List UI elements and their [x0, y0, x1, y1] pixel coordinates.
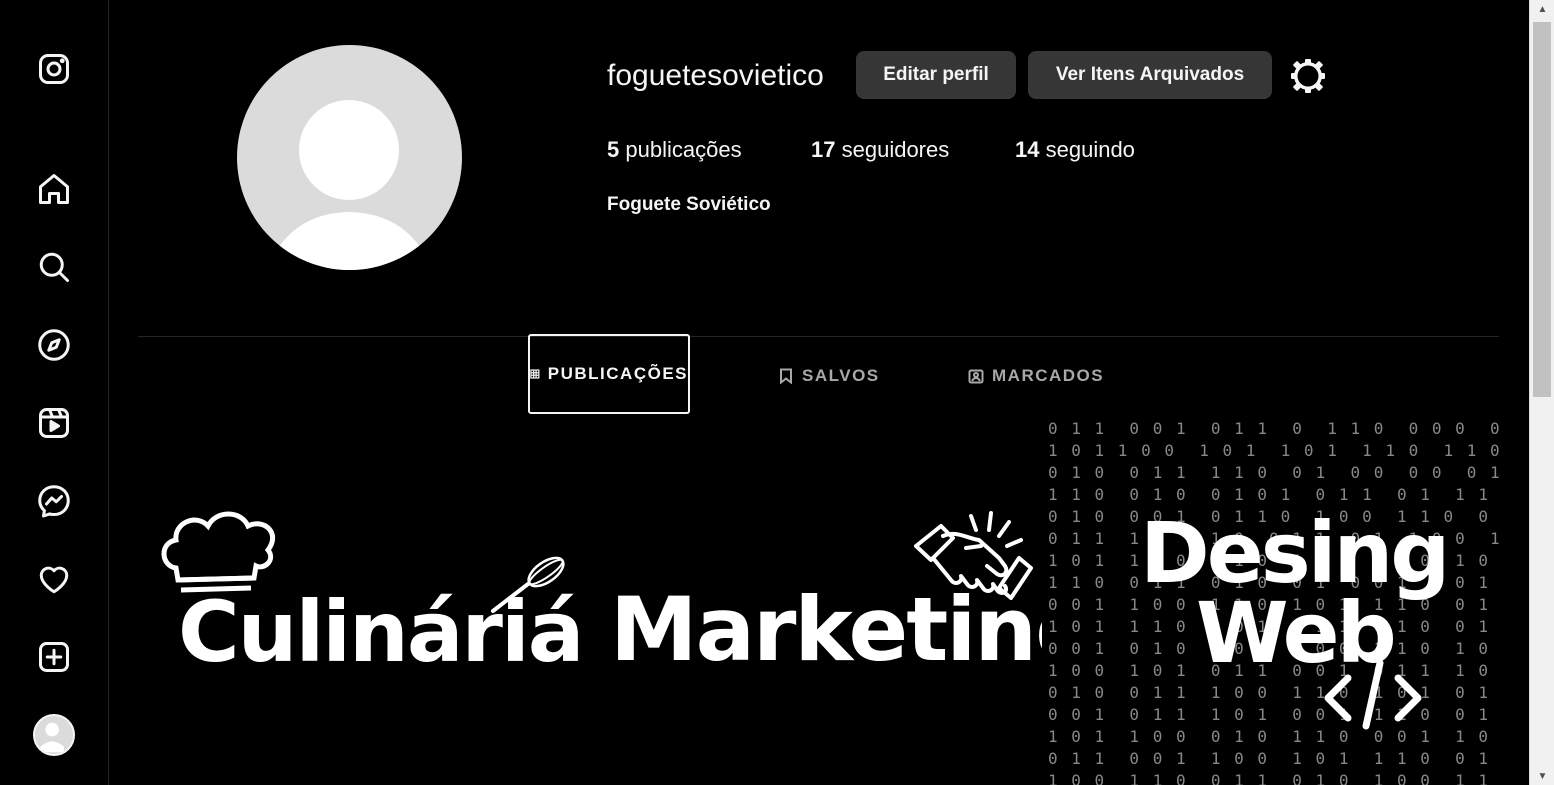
profile-avatar[interactable]	[33, 714, 75, 756]
sidebar	[0, 0, 109, 785]
page-scrollbar[interactable]: ▲ ▼	[1529, 0, 1554, 785]
tab-publicacoes[interactable]: PUBLICAÇÕES	[528, 334, 690, 414]
posts-label: publicações	[625, 137, 742, 162]
tab-publicacoes-label: PUBLICAÇÕES	[547, 364, 688, 383]
instagram-logo-icon[interactable]	[34, 49, 74, 89]
profile-main: foguetesovietico Editar perfil Ver Itens…	[110, 0, 1528, 785]
home-icon[interactable]	[34, 169, 74, 209]
profile-full-name: Foguete Soviético	[607, 194, 771, 215]
posts-count: 5	[607, 137, 620, 162]
bookmark-icon	[780, 368, 792, 384]
create-icon[interactable]	[34, 637, 74, 677]
explore-icon[interactable]	[34, 325, 74, 365]
post-culinaria-text: Culináriá	[178, 583, 584, 681]
posts-count-stat: 5 publicações	[607, 136, 742, 164]
following-count: 14	[1015, 137, 1040, 162]
reels-icon[interactable]	[34, 403, 74, 443]
tab-marcados[interactable]: MARCADOS	[968, 362, 1104, 390]
grid-icon	[530, 369, 540, 379]
post-marketing-text: Marketing	[610, 578, 1042, 681]
settings-gear-icon[interactable]	[1289, 57, 1327, 95]
post-marketing[interactable]: Marketing	[595, 418, 1042, 785]
tab-salvos[interactable]: SALVOS	[778, 362, 880, 390]
edit-profile-button[interactable]: Editar perfil	[856, 51, 1016, 99]
tab-salvos-label: SALVOS	[802, 366, 880, 385]
messenger-icon[interactable]	[34, 481, 74, 521]
post-desing-web[interactable]: 0 1 1 0 0 1 0 1 1 0 1 1 0 0 0 0 0 1 0 0 …	[1048, 418, 1500, 785]
following-label: seguindo	[1045, 137, 1135, 162]
scroll-up-arrow-icon[interactable]: ▲	[1530, 0, 1554, 18]
tabs-divider	[138, 336, 1499, 337]
followers-count: 17	[811, 137, 836, 162]
heart-icon[interactable]	[34, 559, 74, 599]
scroll-thumb[interactable]	[1533, 22, 1551, 397]
profile-username: foguetesovietico	[607, 59, 824, 92]
search-icon[interactable]	[34, 247, 74, 287]
profile-picture[interactable]	[237, 45, 462, 270]
view-archive-button[interactable]: Ver Itens Arquivados	[1028, 51, 1272, 99]
code-icon	[1324, 659, 1422, 730]
following-stat[interactable]: 14 seguindo	[1015, 136, 1135, 164]
followers-stat[interactable]: 17 seguidores	[811, 136, 949, 164]
tab-marcados-label: MARCADOS	[992, 366, 1105, 385]
tagged-icon	[968, 369, 984, 384]
followers-label: seguidores	[841, 137, 950, 162]
scroll-down-arrow-icon[interactable]: ▼	[1530, 767, 1554, 785]
post-culinaria[interactable]: Culináriá	[138, 418, 585, 785]
